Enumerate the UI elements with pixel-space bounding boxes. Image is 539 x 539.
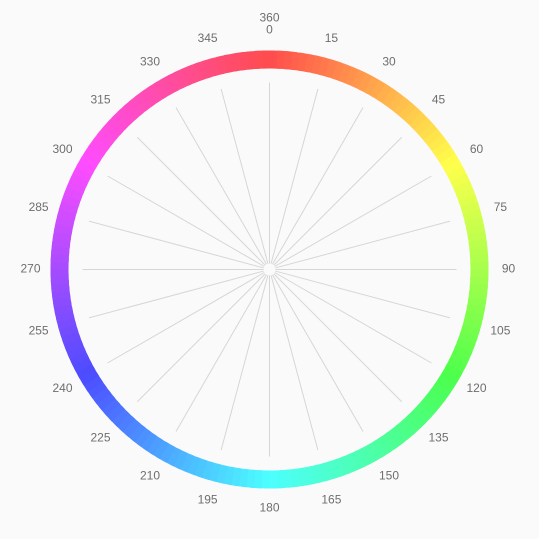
spoke-105 <box>275 270 451 319</box>
degree-label-300: 300 <box>52 142 72 156</box>
spoke-45 <box>273 136 403 266</box>
degree-label-180: 180 <box>259 501 279 515</box>
spoke-195 <box>220 275 269 451</box>
degree-label-225: 225 <box>90 431 110 445</box>
degree-label-0: 0 <box>266 23 273 37</box>
spoke-60 <box>274 175 432 267</box>
spoke-315 <box>136 136 266 266</box>
degree-label-15: 15 <box>325 31 339 45</box>
degree-label-255: 255 <box>29 324 49 338</box>
degree-label-45: 45 <box>432 93 446 107</box>
spoke-345 <box>220 88 269 264</box>
spoke-150 <box>272 274 364 432</box>
degree-label-195: 195 <box>198 493 218 507</box>
spoke-255 <box>88 270 264 319</box>
degree-label-285: 285 <box>29 200 49 214</box>
degree-label-240: 240 <box>52 381 72 395</box>
hue-wheel-svg[interactable]: 360 015304560759010512013515016518019521… <box>0 0 539 539</box>
spoke-240 <box>107 272 265 364</box>
degree-label-75: 75 <box>494 200 508 214</box>
degree-label-165: 165 <box>321 493 341 507</box>
spoke-330 <box>175 107 267 265</box>
degree-label-330: 330 <box>140 55 160 69</box>
spoke-285 <box>88 220 264 269</box>
hue-wheel[interactable]: 360 0 15 30 45 60 75 90 105 120 135 150 165 180 195 21… <box>0 0 539 539</box>
degree-label-90: 90 <box>502 262 516 276</box>
degree-label-210: 210 <box>140 469 160 483</box>
degree-label-315: 315 <box>90 93 110 107</box>
spoke-15 <box>270 88 319 264</box>
spoke-120 <box>274 272 432 364</box>
spoke-75 <box>275 220 451 269</box>
spoke-225 <box>136 273 266 403</box>
degree-label-120: 120 <box>466 381 486 395</box>
degree-label-345: 345 <box>198 31 218 45</box>
spoke-group <box>82 82 457 457</box>
degree-label-60: 60 <box>470 142 484 156</box>
degree-label-150: 150 <box>379 469 399 483</box>
degree-label-30: 30 <box>382 55 396 69</box>
degree-label-270: 270 <box>20 262 40 276</box>
degree-label-105: 105 <box>490 324 510 338</box>
spoke-30 <box>272 107 364 265</box>
spoke-300 <box>107 175 265 267</box>
degree-label-135: 135 <box>428 431 448 445</box>
spoke-165 <box>270 275 319 451</box>
spoke-210 <box>175 274 267 432</box>
spoke-135 <box>273 273 403 403</box>
